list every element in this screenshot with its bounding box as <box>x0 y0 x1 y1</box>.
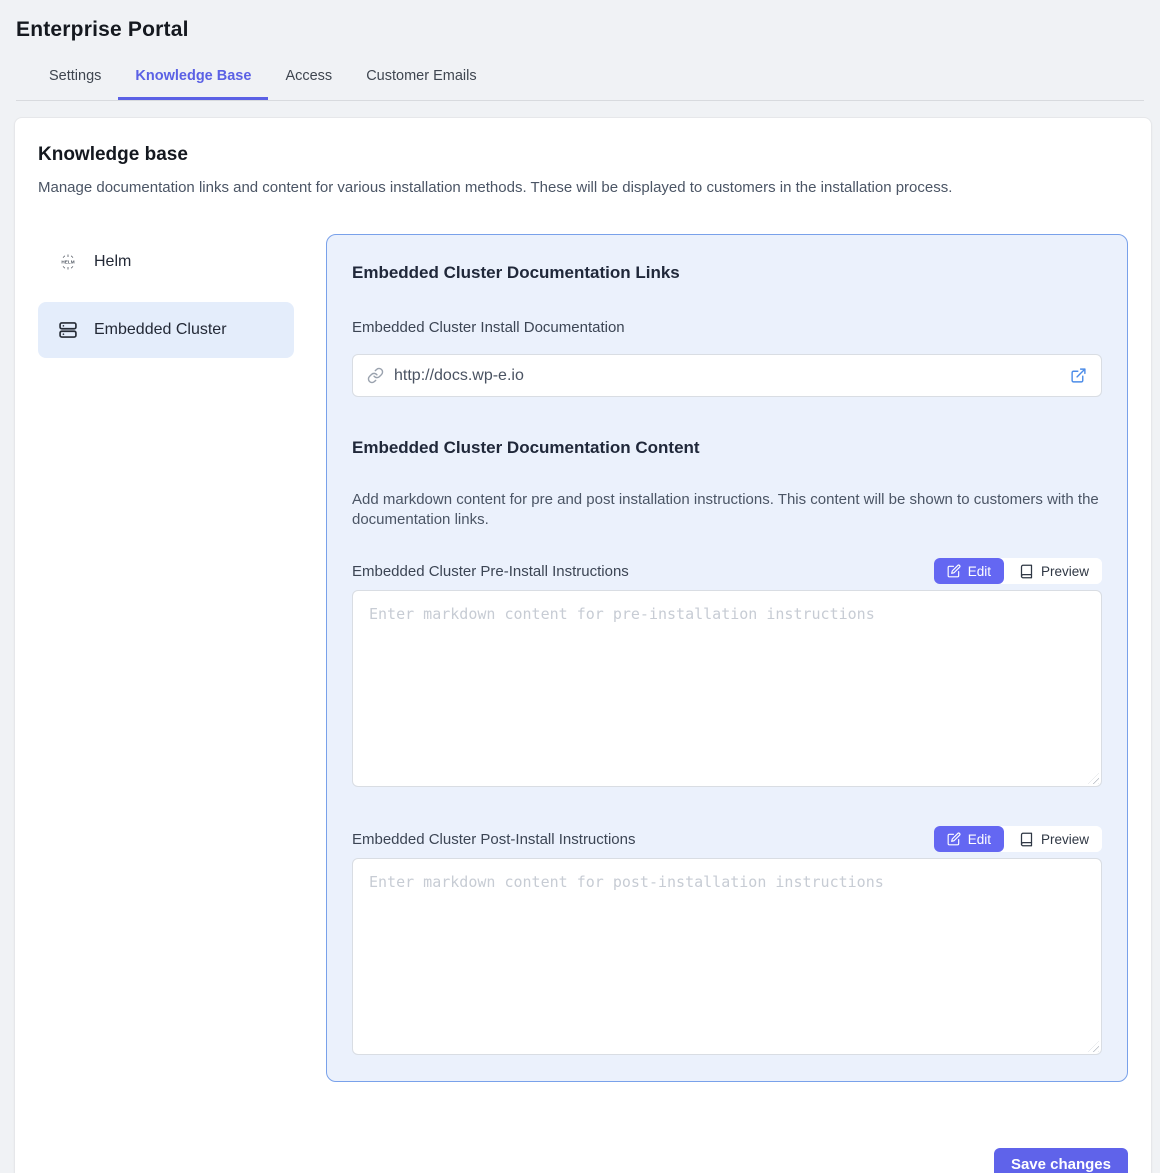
tab-knowledge-base[interactable]: Knowledge Base <box>118 56 268 100</box>
app-title: Enterprise Portal <box>16 18 1144 42</box>
content-section-description: Add markdown content for pre and post in… <box>352 490 1102 530</box>
embedded-cluster-panel: Embedded Cluster Documentation Links Emb… <box>326 234 1128 1082</box>
content-area: HELM Helm Embedded Cluster Em <box>38 234 1128 1082</box>
svg-text:HELM: HELM <box>61 260 74 265</box>
edit-button-label: Edit <box>968 832 991 847</box>
sidebar-item-label: Embedded Cluster <box>94 321 227 339</box>
sidebar-item-label: Helm <box>94 253 131 271</box>
edit-pencil-icon <box>947 832 961 846</box>
post-install-textarea[interactable] <box>352 858 1102 1055</box>
app-header: Enterprise Portal Settings Knowledge Bas… <box>0 0 1160 101</box>
tab-bar: Settings Knowledge Base Access Customer … <box>16 56 1144 101</box>
pre-install-label: Embedded Cluster Pre-Install Instruction… <box>352 563 629 580</box>
post-install-editor <box>352 858 1102 1055</box>
pre-install-textarea[interactable] <box>352 590 1102 787</box>
tab-customer-emails[interactable]: Customer Emails <box>349 56 493 100</box>
post-install-header-row: Embedded Cluster Post-Install Instructio… <box>352 826 1102 852</box>
pre-install-mode-toggle: Edit Preview <box>934 558 1102 584</box>
install-doc-url-input[interactable] <box>394 367 1060 385</box>
sidebar-item-embedded-cluster[interactable]: Embedded Cluster <box>38 302 294 358</box>
save-changes-button[interactable]: Save changes <box>994 1148 1128 1173</box>
book-preview-icon <box>1019 832 1034 847</box>
card-footer: Save changes <box>38 1148 1128 1173</box>
book-preview-icon <box>1019 564 1034 579</box>
knowledge-base-card: Knowledge base Manage documentation link… <box>14 117 1152 1173</box>
link-icon <box>367 367 384 384</box>
post-install-mode-toggle: Edit Preview <box>934 826 1102 852</box>
preview-button-label: Preview <box>1041 564 1089 579</box>
install-doc-url-field <box>352 354 1102 397</box>
external-link-icon[interactable] <box>1070 367 1087 384</box>
post-install-preview-button[interactable]: Preview <box>1006 826 1102 852</box>
post-install-label: Embedded Cluster Post-Install Instructio… <box>352 831 635 848</box>
pre-install-edit-button[interactable]: Edit <box>934 558 1004 584</box>
edit-button-label: Edit <box>968 564 991 579</box>
server-stack-icon <box>58 320 78 340</box>
edit-pencil-icon <box>947 564 961 578</box>
links-section-title: Embedded Cluster Documentation Links <box>352 263 1102 283</box>
sidebar-item-helm[interactable]: HELM Helm <box>38 234 294 290</box>
pre-install-header-row: Embedded Cluster Pre-Install Instruction… <box>352 558 1102 584</box>
helm-logo-icon: HELM <box>58 252 78 272</box>
pre-install-preview-button[interactable]: Preview <box>1006 558 1102 584</box>
preview-button-label: Preview <box>1041 832 1089 847</box>
page-description: Manage documentation links and content f… <box>38 179 1128 196</box>
install-method-list: HELM Helm Embedded Cluster <box>38 234 294 1082</box>
post-install-edit-button[interactable]: Edit <box>934 826 1004 852</box>
pre-install-editor <box>352 590 1102 787</box>
page-title: Knowledge base <box>38 144 1128 166</box>
content-section-title: Embedded Cluster Documentation Content <box>352 438 1102 458</box>
install-doc-label: Embedded Cluster Install Documentation <box>352 319 1102 336</box>
tab-settings[interactable]: Settings <box>32 56 118 100</box>
tab-access[interactable]: Access <box>268 56 349 100</box>
